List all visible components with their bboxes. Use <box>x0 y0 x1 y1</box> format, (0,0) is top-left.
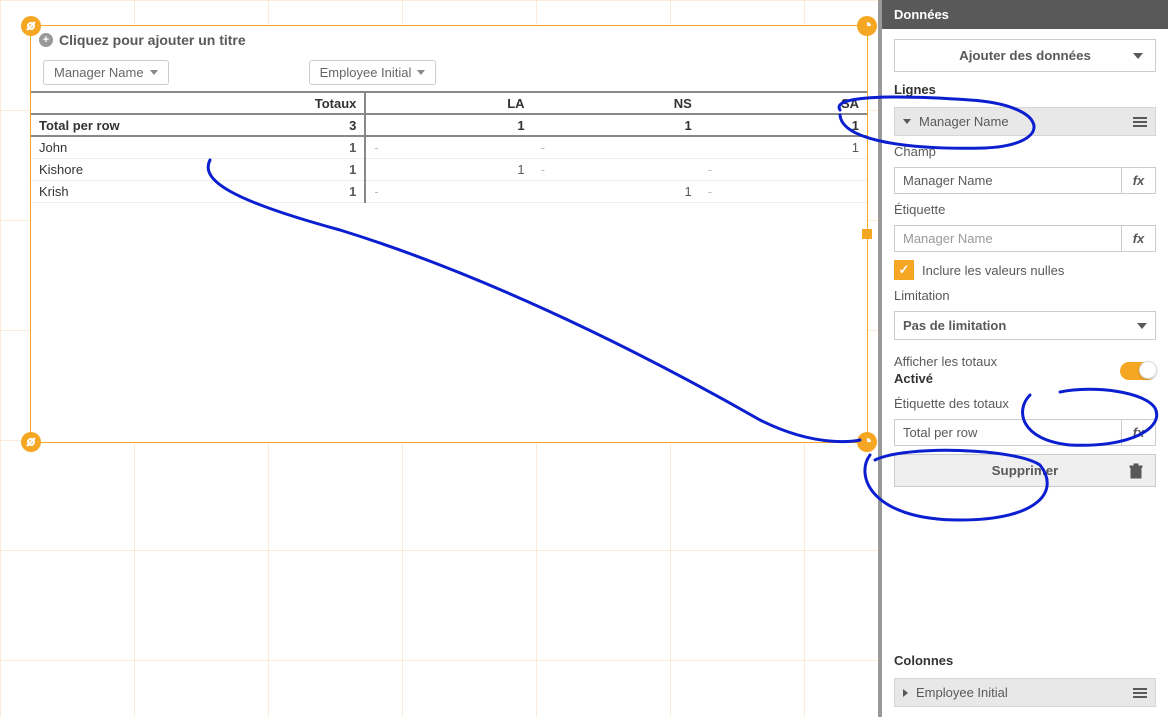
col-header-totaux[interactable]: Totaux <box>198 92 365 114</box>
pivot-table[interactable]: Totaux LA NS SA Total per row 3 1 1 1 Jo… <box>31 91 867 203</box>
label-totals-etiquette: Étiquette des totaux <box>894 396 1156 411</box>
label-champ: Champ <box>894 144 1156 159</box>
resize-handle-mr[interactable] <box>862 229 872 239</box>
chevron-down-icon <box>903 119 911 124</box>
toggle-status: Activé <box>894 369 997 388</box>
dimension-pill-manager[interactable]: Manager Name <box>43 60 169 85</box>
label-limitation: Limitation <box>894 288 1156 303</box>
trash-icon <box>1129 463 1143 479</box>
include-nulls-checkbox[interactable]: ✓ <box>894 260 914 280</box>
resize-handle-bl[interactable] <box>21 432 41 452</box>
chevron-down-icon <box>150 70 158 75</box>
plus-icon: + <box>39 33 53 47</box>
table-row[interactable]: John 1 - - 1 <box>31 136 867 158</box>
accordion-manager-name[interactable]: Manager Name <box>894 107 1156 136</box>
col-header[interactable]: LA <box>365 92 532 114</box>
menu-icon[interactable] <box>1133 688 1147 698</box>
col-header[interactable]: NS <box>533 92 700 114</box>
label-show-totals: Afficher les totaux <box>894 354 997 369</box>
table-row[interactable]: Kishore 1 1 - - <box>31 158 867 180</box>
fx-button[interactable]: fx <box>1122 419 1156 446</box>
section-label-rows: Lignes <box>894 80 1156 99</box>
add-data-button[interactable]: Ajouter des données <box>894 39 1156 72</box>
totals-label-input[interactable] <box>894 419 1122 446</box>
limitation-select[interactable]: Pas de limitation <box>894 311 1156 340</box>
col-header[interactable]: SA <box>700 92 867 114</box>
resize-handle-tr[interactable] <box>857 16 877 36</box>
fx-button[interactable]: fx <box>1122 167 1156 194</box>
pivot-chart-object[interactable]: + Cliquez pour ajouter un titre Manager … <box>30 25 868 443</box>
show-totals-toggle[interactable] <box>1120 362 1156 380</box>
dimension-pill-employee[interactable]: Employee Initial <box>309 60 437 85</box>
label-etiquette: Étiquette <box>894 202 1156 217</box>
chevron-down-icon <box>1133 53 1143 59</box>
panel-header-data[interactable]: Données <box>882 0 1168 29</box>
resize-handle-tl[interactable] <box>21 16 41 36</box>
section-label-columns: Colonnes <box>894 651 1156 670</box>
menu-icon[interactable] <box>1133 117 1147 127</box>
chevron-down-icon <box>417 70 425 75</box>
chevron-right-icon <box>903 689 908 697</box>
chevron-down-icon <box>1137 323 1147 329</box>
fx-button[interactable]: fx <box>1122 225 1156 252</box>
chart-title-placeholder[interactable]: + Cliquez pour ajouter un titre <box>31 26 867 54</box>
accordion-employee-initial[interactable]: Employee Initial <box>894 678 1156 707</box>
table-row[interactable]: Krish 1 - 1 - <box>31 180 867 202</box>
col-header[interactable] <box>31 92 198 114</box>
etiquette-input[interactable] <box>894 225 1122 252</box>
delete-button[interactable]: Supprimer <box>894 454 1156 487</box>
champ-input[interactable] <box>894 167 1122 194</box>
table-row-total[interactable]: Total per row 3 1 1 1 <box>31 114 867 136</box>
resize-handle-br[interactable] <box>857 432 877 452</box>
properties-panel: Données Ajouter des données Lignes Manag… <box>878 0 1168 717</box>
include-nulls-label: Inclure les valeurs nulles <box>922 263 1064 278</box>
